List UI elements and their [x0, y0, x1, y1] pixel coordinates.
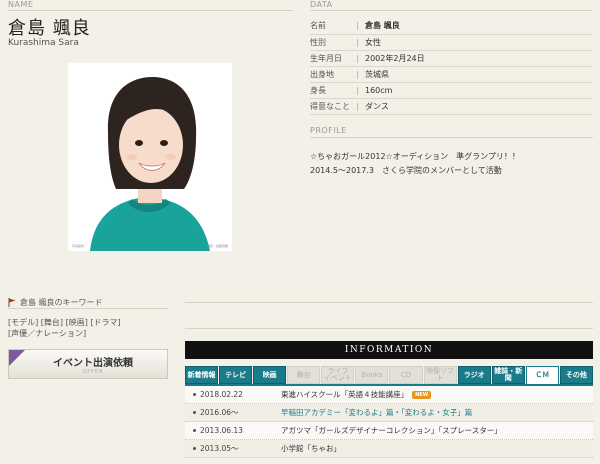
news-item: 2018.02.22 東進ハイスクール「英語４技能講座」 NEW [185, 386, 593, 404]
keyword-heading-text: 倉島 颯良のキーワード [20, 298, 103, 307]
data-row-skill: 得意なこと | ダンス [310, 98, 593, 115]
keyword-line[interactable]: [声優／ナレーション] [8, 328, 170, 339]
news-title-text: 東進ハイスクール「英語４技能講座」 [281, 390, 409, 399]
news-title[interactable]: 小学館「ちゃお」 [281, 443, 341, 454]
data-value: ダンス [365, 98, 593, 115]
data-key: 名前 [310, 18, 356, 35]
news-item: 2016.06～ 早稲田アカデミー「変わるよ」篇・「変わるよ・女子」篇 [185, 404, 593, 422]
profile-photo: 写真提供 撮影：佐藤麻優 [68, 63, 232, 251]
keyword-heading: 倉島 颯良のキーワード [8, 297, 103, 308]
keyword-divider [8, 308, 168, 309]
bullet-icon [193, 429, 196, 432]
news-item: 2013.05～ 小学館「ちゃお」 [185, 440, 593, 458]
news-title-link[interactable]: 早稲田アカデミー「変わるよ」篇・「変わるよ・女子」篇 [281, 407, 472, 418]
data-row-gender: 性別 | 女性 [310, 34, 593, 51]
data-separator: | [356, 98, 365, 115]
data-divider [310, 10, 593, 11]
data-row-birthday: 生年月日 | 2002年2月24日 [310, 50, 593, 67]
keyword-list: [モデル] [舞台] [映画] [ドラマ] [声優／ナレーション] [8, 317, 170, 339]
news-item: 2013.06.13 アガツマ「ガールズデザイナーコレクション」「スプレースター… [185, 422, 593, 440]
new-badge: NEW [412, 390, 432, 399]
profile-section-label: PROFILE [310, 126, 347, 135]
tab-live-event[interactable]: ライブ イベント [321, 366, 355, 384]
flag-icon [8, 298, 16, 307]
news-title-text: アガツマ「ガールズデザイナーコレクション」「スプレースター」 [281, 426, 502, 435]
tab-video[interactable]: 映像ソフト [423, 366, 457, 384]
data-separator: | [356, 50, 365, 67]
offer-button-sublabel: OFFER [82, 368, 104, 375]
talent-name-en: Kurashima Sara [8, 38, 79, 48]
news-date-text: 2013.05～ [200, 444, 239, 453]
tab-movie[interactable]: 映画 [253, 366, 287, 384]
data-key: 性別 [310, 34, 356, 51]
data-key: 得意なこと [310, 98, 356, 115]
data-separator: | [356, 82, 365, 99]
news-title[interactable]: 東進ハイスクール「英語４技能講座」 NEW [281, 389, 432, 400]
offer-button-label: イベント出演依頼 [53, 357, 133, 369]
profile-divider [310, 137, 593, 138]
tab-stage[interactable]: 舞台 [287, 366, 321, 384]
data-row-hometown: 出身地 | 茨城県 [310, 66, 593, 83]
data-separator: | [356, 34, 365, 51]
keyword-line[interactable]: [モデル] [舞台] [映画] [ドラマ] [8, 317, 170, 328]
news-date-text: 2013.06.13 [200, 426, 243, 435]
data-value: 女性 [365, 34, 593, 51]
data-separator: | [356, 18, 365, 35]
tab-radio[interactable]: ラジオ [457, 366, 491, 384]
profile-line: ☆ちゃおガール2012☆オーディション 準グランプリ！！ [310, 152, 520, 161]
news-date-text: 2016.06～ [200, 408, 239, 417]
tab-magazine[interactable]: 雑誌・新聞 [491, 366, 525, 384]
section-divider [185, 302, 593, 303]
information-header: INFORMATION [185, 341, 593, 359]
data-value: 2002年2月24日 [365, 50, 593, 67]
name-divider [8, 10, 293, 11]
bullet-icon [193, 393, 196, 396]
data-value: 倉島 颯良 [365, 18, 593, 35]
profile-photo-illustration [68, 63, 232, 251]
data-row-name: 名前 | 倉島 颯良 [310, 18, 593, 35]
news-title-text: 小学館「ちゃお」 [281, 444, 341, 453]
news-date: 2013.05～ [185, 443, 281, 454]
news-date-text: 2018.02.22 [200, 390, 243, 399]
talent-name-jp: 倉島 颯良 [8, 18, 91, 39]
offer-corner-accent [9, 350, 25, 366]
profile-data-table: 名前 | 倉島 颯良 性別 | 女性 生年月日 | 2002年2月24日 出身地… [310, 18, 593, 115]
name-section-label: NAME [8, 0, 34, 9]
tab-other[interactable]: その他 [559, 366, 593, 384]
data-row-height: 身長 | 160cm [310, 82, 593, 99]
bullet-icon [193, 447, 196, 450]
news-date: 2018.02.22 [185, 390, 281, 399]
information-tabs: 新着情報 テレビ 映画 舞台 ライブ イベント Books CD 映像ソフト ラ… [185, 366, 593, 384]
data-key: 生年月日 [310, 50, 356, 67]
data-key: 身長 [310, 82, 356, 99]
bullet-icon [193, 411, 196, 414]
news-title[interactable]: アガツマ「ガールズデザイナーコレクション」「スプレースター」 [281, 425, 502, 436]
section-divider [185, 328, 593, 329]
profile-line: 2014.5～2017.3 さくら学院のメンバーとして活動 [310, 166, 502, 175]
event-offer-button[interactable]: イベント出演依頼 OFFER [8, 349, 168, 379]
profile-text: ☆ちゃおガール2012☆オーディション 準グランプリ！！ 2014.5～2017… [310, 150, 593, 178]
tab-tv[interactable]: テレビ [219, 366, 253, 384]
news-date: 2013.06.13 [185, 426, 281, 435]
data-section-label: DATA [310, 0, 333, 9]
tab-cm[interactable]: ＣＭ [525, 366, 559, 384]
data-value: 160cm [365, 82, 593, 99]
data-value: 茨城県 [365, 66, 593, 83]
data-key: 出身地 [310, 66, 356, 83]
news-list: 2018.02.22 東進ハイスクール「英語４技能講座」 NEW 2016.06～… [185, 386, 593, 458]
photo-credit: 撮影：佐藤麻優 [206, 244, 228, 248]
news-date: 2016.06～ [185, 407, 281, 418]
tab-cd[interactable]: CD [389, 366, 423, 384]
data-separator: | [356, 66, 365, 83]
tab-news[interactable]: 新着情報 [185, 366, 219, 384]
photo-credit-left: 写真提供 [72, 244, 85, 248]
news-title-text: 早稲田アカデミー「変わるよ」篇・「変わるよ・女子」篇 [281, 408, 473, 417]
tab-books[interactable]: Books [355, 366, 389, 384]
